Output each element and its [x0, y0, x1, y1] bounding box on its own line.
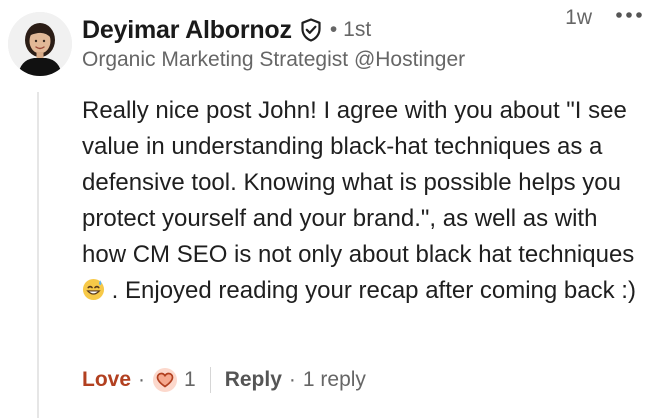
comment-actions: Love · 1 Reply · 1 reply [82, 364, 366, 396]
grinning-face-with-sweat-icon [82, 278, 105, 301]
reply-button[interactable]: Reply [225, 368, 282, 392]
degree-label: 1st [343, 18, 372, 41]
avatar-image [8, 12, 72, 76]
thread-line [37, 92, 39, 418]
more-options-button[interactable] [612, 0, 646, 30]
comment-timestamp: 1w [565, 6, 592, 29]
action-divider [209, 367, 211, 393]
author-avatar[interactable] [8, 12, 72, 76]
action-separator: · [138, 368, 146, 391]
author-name[interactable]: Deyimar Albornoz [82, 16, 292, 45]
connection-degree: • 1st [330, 18, 371, 42]
comment-body-text: Really nice post John! I agree with you … [82, 97, 635, 268]
comment-body-text-end: . Enjoyed reading your recap after comin… [105, 277, 636, 304]
reply-separator: · [288, 368, 296, 391]
heart-icon[interactable] [152, 367, 178, 393]
reply-count-link[interactable]: 1 reply [303, 368, 366, 392]
reaction-count[interactable]: 1 [184, 368, 196, 392]
verified-shield-icon [300, 18, 322, 42]
author-headline: Organic Marketing Strategist @Hostinger [82, 48, 466, 71]
comment-body: Really nice post John! I agree with you … [82, 93, 647, 309]
love-button[interactable]: Love [82, 368, 131, 392]
comment-card: Deyimar Albornoz • 1st Organic Marketing … [0, 0, 660, 418]
degree-separator: • [329, 18, 338, 41]
more-options-icon [616, 12, 642, 18]
